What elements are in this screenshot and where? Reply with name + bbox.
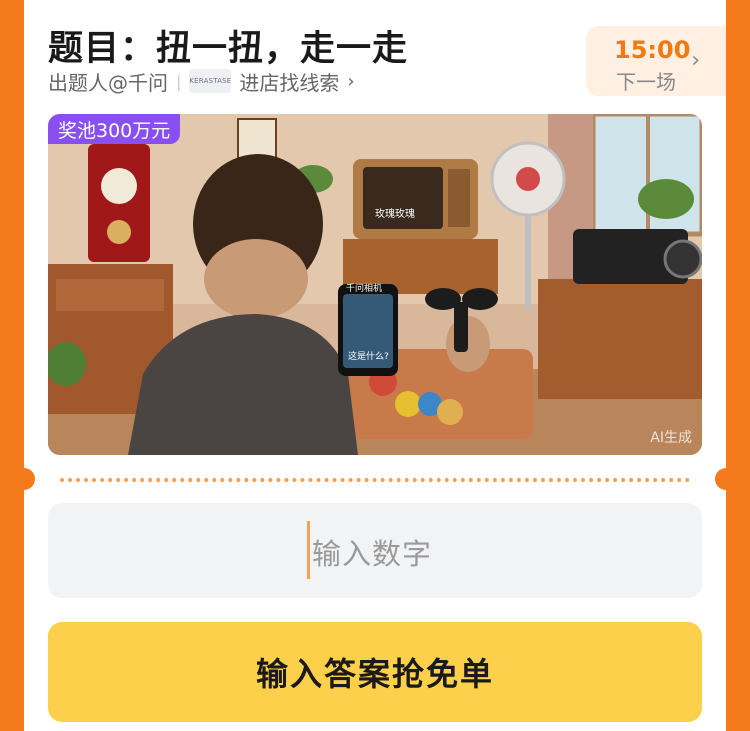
room-scene-illustration: 玫瑰玫瑰 千问相机 这是什么? [48, 114, 702, 455]
prize-pool-badge: 奖池300万元 [48, 114, 181, 144]
answer-input[interactable]: 输入数字 [48, 503, 702, 598]
question-meta: 出题人@千问 | KÉRASTASE 进店找线索 › [48, 66, 355, 96]
tv-caption: 玫瑰玫瑰 [375, 207, 415, 220]
question-title: 题目：扭一扭，走一走 [48, 29, 409, 69]
question-card: 题目：扭一扭，走一走 出题人@千问 | KÉRASTASE 进店找线索 › 15… [24, 0, 726, 731]
phone-header: 千问相机 [346, 282, 382, 294]
phone-caption: 这是什么? [348, 350, 389, 362]
countdown-time: 15:00 [614, 36, 691, 64]
timer-next-round[interactable]: 15:00 下一场 › [586, 26, 726, 96]
ai-generated-tag: AI生成 [650, 430, 692, 446]
submit-answer-button[interactable]: 输入答案抢免单 [48, 622, 702, 722]
clue-link[interactable]: 进店找线索 [239, 67, 339, 96]
divider: | [176, 71, 182, 91]
chevron-right-icon: › [691, 48, 700, 73]
next-round-label: 下一场 [616, 70, 676, 94]
brand-logo: KÉRASTASE [189, 69, 232, 93]
chevron-right-icon: › [347, 70, 355, 92]
dotted-divider [60, 478, 690, 482]
answer-placeholder: 输入数字 [312, 537, 433, 571]
author-label: 出题人@千问 [48, 70, 168, 95]
text-caret [307, 521, 310, 579]
question-image: 玫瑰玫瑰 千问相机 这是什么? 奖池300万元 AI生成 [48, 114, 702, 455]
ticket-notch-right [715, 468, 726, 490]
ticket-notch-left [24, 468, 35, 490]
